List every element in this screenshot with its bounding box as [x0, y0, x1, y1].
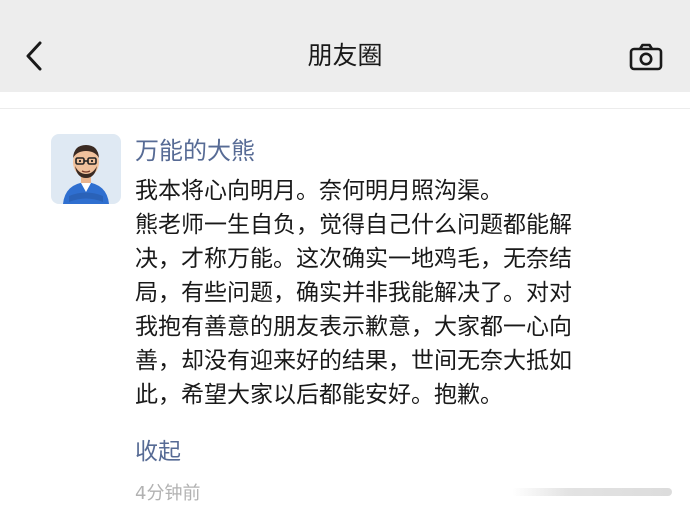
avatar[interactable] — [51, 134, 121, 204]
post-line: 善，却没有迎来好的结果，世间无奈大抵如 — [135, 348, 572, 374]
post-timestamp: 4分钟前 — [135, 483, 201, 504]
post-line: 我本将心向明月。奈何明月照沟渠。 — [135, 178, 503, 204]
chevron-left-icon[interactable] — [22, 40, 48, 72]
user-avatar-icon — [51, 134, 121, 204]
post-line: 决，才称万能。这次确实一地鸡毛，无奈结 — [135, 246, 572, 272]
post-content: 我本将心向明月。奈何明月照沟渠。 熊老师一生自负，觉得自己什么问题都能解 决，才… — [135, 174, 675, 412]
post-line: 局，有些问题，确实并非我能解决了。对对 — [135, 280, 572, 306]
post-line: 此，希望大家以后都能安好。抱歉。 — [135, 382, 503, 408]
more-actions-button[interactable] — [512, 478, 672, 506]
divider — [0, 108, 690, 109]
post-line: 熊老师一生自负，觉得自己什么问题都能解 — [135, 212, 572, 238]
page-title: 朋友圈 — [307, 41, 383, 70]
username-link[interactable]: 万能的大熊 — [135, 134, 255, 168]
camera-icon[interactable] — [629, 43, 663, 71]
more-actions-icon — [512, 488, 672, 496]
post-line: 我抱有善意的朋友表示歉意，大家都一心向 — [135, 314, 572, 340]
collapse-link[interactable]: 收起 — [135, 436, 181, 468]
top-nav-bar: 朋友圈 — [0, 0, 690, 92]
